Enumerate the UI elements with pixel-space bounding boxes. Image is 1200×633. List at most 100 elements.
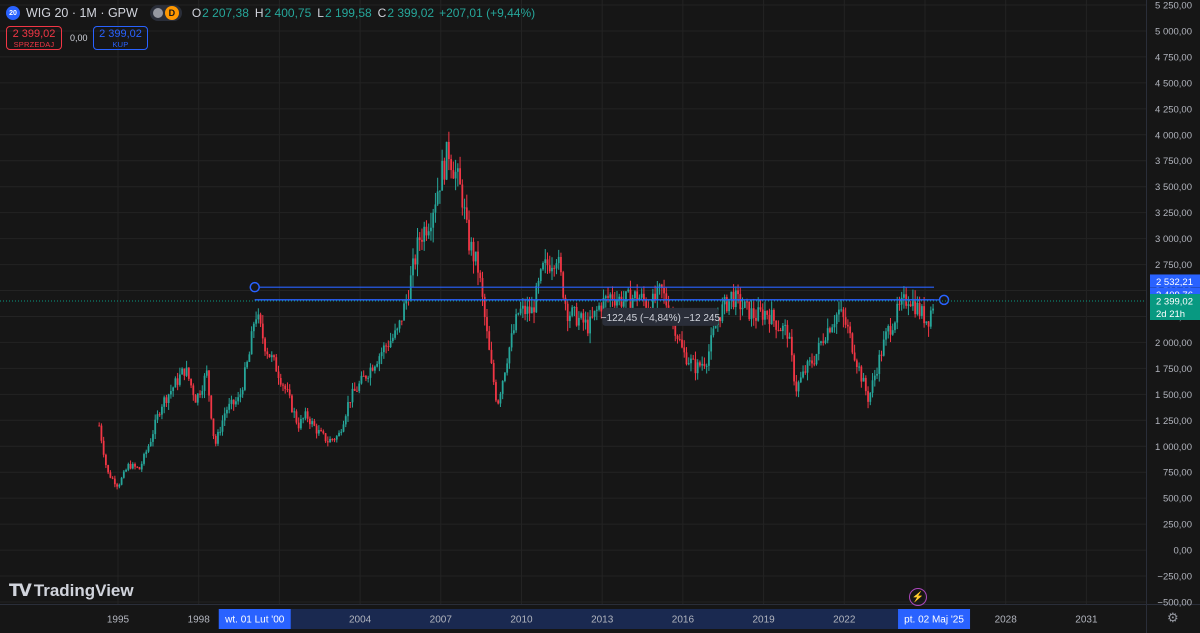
y-tick-label: 250,00 bbox=[1163, 520, 1192, 531]
last-price-badge: 2 399,02 bbox=[1156, 297, 1193, 308]
candle-body bbox=[571, 307, 574, 316]
candle-body bbox=[855, 360, 858, 368]
candle-body bbox=[914, 299, 917, 315]
candle-body bbox=[387, 346, 390, 348]
candle-body bbox=[607, 296, 609, 298]
candle-body bbox=[378, 356, 381, 364]
candle-body bbox=[187, 367, 190, 379]
candle-body bbox=[681, 339, 683, 348]
symbol-title[interactable]: WIG 20 · 1M · GPW bbox=[26, 6, 138, 20]
y-tick-label: 1 000,00 bbox=[1155, 442, 1192, 453]
candle-body bbox=[909, 304, 912, 307]
candle-body bbox=[154, 419, 157, 435]
candle-body bbox=[109, 472, 112, 478]
candle-body bbox=[161, 406, 163, 415]
candle-body bbox=[210, 395, 213, 419]
candle-body bbox=[777, 329, 780, 331]
candle-body bbox=[344, 416, 347, 425]
candle-body bbox=[867, 391, 869, 402]
candle-body bbox=[297, 422, 300, 429]
x-tick-label: 2013 bbox=[591, 615, 614, 626]
sell-button[interactable]: 2 399,02 SPRZEDAJ bbox=[6, 26, 62, 50]
candle-body bbox=[811, 360, 813, 364]
candle-body bbox=[721, 304, 724, 322]
candle-body bbox=[228, 403, 231, 410]
candle-body bbox=[284, 385, 287, 390]
candle-body bbox=[860, 366, 863, 382]
candle-body bbox=[862, 377, 865, 382]
candle-body bbox=[432, 212, 435, 228]
candle-body bbox=[822, 341, 825, 343]
candle-body bbox=[152, 434, 154, 442]
candle-body bbox=[694, 359, 697, 374]
candle-body bbox=[853, 352, 856, 361]
candle-body bbox=[575, 307, 578, 326]
candle-body bbox=[98, 425, 101, 427]
price-chart[interactable]: −122,45 (−4,84%) −12 245 5 250,00 5 000,00… bbox=[0, 0, 1200, 633]
ohlc-open-value: 2 207,38 bbox=[202, 6, 249, 20]
ohlc-high-value: 2 400,75 bbox=[264, 6, 312, 20]
candle-body bbox=[815, 353, 818, 365]
candle-body bbox=[248, 354, 251, 362]
candle-body bbox=[517, 313, 520, 315]
candle-body bbox=[143, 454, 145, 464]
y-tick-label: 1 750,00 bbox=[1155, 364, 1192, 375]
candle-body bbox=[566, 303, 569, 322]
candle-body bbox=[499, 393, 502, 404]
candle-body bbox=[752, 308, 755, 318]
candle-body bbox=[634, 291, 636, 299]
candle-body bbox=[456, 168, 459, 172]
y-tick-label: 4 250,00 bbox=[1155, 104, 1192, 115]
tradingview-logo[interactable]: 𝗧𝗩 TradingView bbox=[9, 581, 134, 601]
candle-body bbox=[131, 463, 134, 469]
candle-body bbox=[286, 389, 289, 391]
lightning-icon[interactable]: ⚡ bbox=[909, 588, 927, 606]
buy-button[interactable]: 2 399,02 KUP bbox=[93, 26, 148, 50]
candle-body bbox=[551, 267, 553, 272]
candle-body bbox=[831, 327, 834, 333]
candle-body bbox=[226, 409, 228, 414]
candle-body bbox=[833, 324, 836, 328]
candle-body bbox=[885, 331, 887, 340]
candle-body bbox=[773, 309, 775, 321]
candle-body bbox=[508, 347, 511, 364]
candle-body bbox=[569, 315, 571, 322]
candle-body bbox=[102, 440, 105, 455]
candle-body bbox=[598, 305, 600, 310]
candle-body bbox=[167, 394, 170, 403]
candle-body bbox=[335, 436, 338, 440]
y-tick-label: 4 750,00 bbox=[1155, 52, 1192, 63]
symbol-logo-icon: 20 bbox=[6, 6, 20, 20]
candle-body bbox=[737, 290, 739, 295]
candle-body bbox=[887, 326, 890, 332]
candle-body bbox=[138, 467, 141, 470]
candle-body bbox=[430, 227, 432, 232]
candle-body bbox=[452, 170, 455, 179]
symbol-flags[interactable]: D bbox=[149, 5, 182, 21]
candle-body bbox=[708, 351, 710, 366]
candle-body bbox=[510, 333, 513, 348]
settings-icon[interactable]: ⚙ bbox=[1167, 610, 1179, 626]
candle-body bbox=[584, 319, 587, 323]
candle-body bbox=[409, 275, 412, 301]
candle-body bbox=[425, 226, 428, 236]
candle-body bbox=[519, 308, 522, 314]
candle-body bbox=[454, 171, 457, 179]
y-tick-label: 2 000,00 bbox=[1155, 338, 1192, 349]
candle-body bbox=[766, 311, 769, 315]
candle-body bbox=[593, 310, 596, 317]
candle-body bbox=[869, 392, 872, 402]
candle-body bbox=[506, 363, 509, 373]
symbol-header: 20 WIG 20 · 1M · GPW D O2 207,38 H2 400,… bbox=[6, 4, 539, 22]
candle-body bbox=[403, 303, 405, 321]
candle-body bbox=[898, 303, 901, 305]
candle-body bbox=[759, 307, 762, 310]
candle-body bbox=[145, 451, 148, 455]
candle-body bbox=[820, 341, 822, 343]
candle-body bbox=[118, 484, 121, 487]
y-tick-label: −500,00 bbox=[1157, 598, 1192, 609]
candle-body bbox=[871, 380, 874, 393]
candle-body bbox=[761, 309, 764, 320]
range-handle-start bbox=[249, 281, 260, 293]
candle-body bbox=[486, 317, 488, 332]
